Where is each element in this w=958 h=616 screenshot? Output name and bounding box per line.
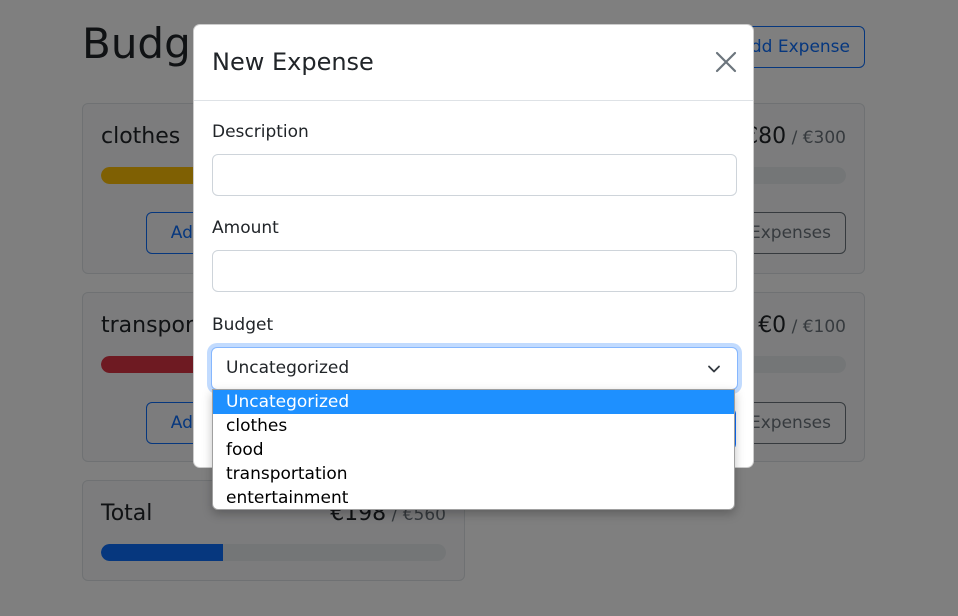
budget-label: Budget (212, 315, 274, 335)
dropdown-option[interactable]: entertainment (213, 486, 734, 509)
dropdown-option[interactable]: food (213, 438, 734, 462)
description-input[interactable] (212, 154, 737, 196)
amount-input[interactable] (212, 250, 737, 292)
dropdown-option[interactable]: clothes (213, 414, 734, 438)
amount-label: Amount (212, 218, 279, 238)
dropdown-option[interactable]: transportation (213, 462, 734, 486)
modal-header: New Expense (194, 25, 753, 101)
close-button[interactable] (713, 49, 739, 75)
chevron-down-icon (708, 365, 720, 373)
budget-dropdown-list[interactable]: Uncategorized clothes food transportatio… (212, 389, 735, 510)
budget-select[interactable]: Uncategorized (211, 347, 738, 390)
dropdown-option[interactable]: Uncategorized (213, 390, 734, 414)
close-icon (715, 51, 737, 73)
budget-select-value: Uncategorized (226, 358, 350, 378)
description-label: Description (212, 122, 309, 142)
modal-title: New Expense (212, 48, 374, 76)
